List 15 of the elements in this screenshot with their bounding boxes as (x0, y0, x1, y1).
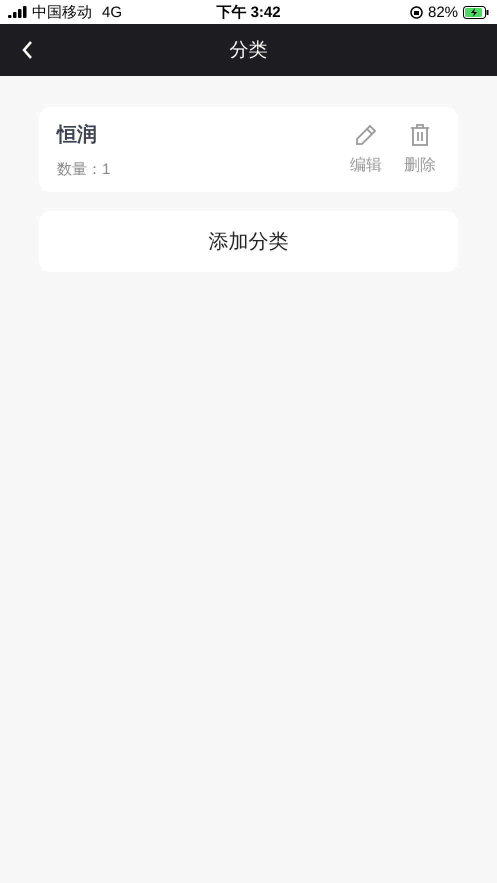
delete-button[interactable]: 删除 (404, 123, 436, 176)
category-name: 恒润 (57, 122, 98, 148)
clock-time: 下午 3:42 (216, 2, 281, 22)
battery-icon (463, 6, 490, 18)
pencil-icon (354, 123, 378, 147)
signal-icon (8, 6, 28, 18)
battery-percent: 82% (428, 4, 458, 20)
trash-icon (409, 123, 431, 147)
category-count: 数量：1 (57, 160, 112, 178)
add-category-button[interactable]: 添加分类 (39, 211, 458, 272)
carrier-name: 中国移动 (32, 2, 92, 22)
network-type: 4G (102, 4, 122, 20)
page-title: 分类 (230, 39, 268, 63)
rotation-lock-icon (410, 6, 423, 18)
edit-button[interactable]: 编辑 (350, 123, 382, 176)
